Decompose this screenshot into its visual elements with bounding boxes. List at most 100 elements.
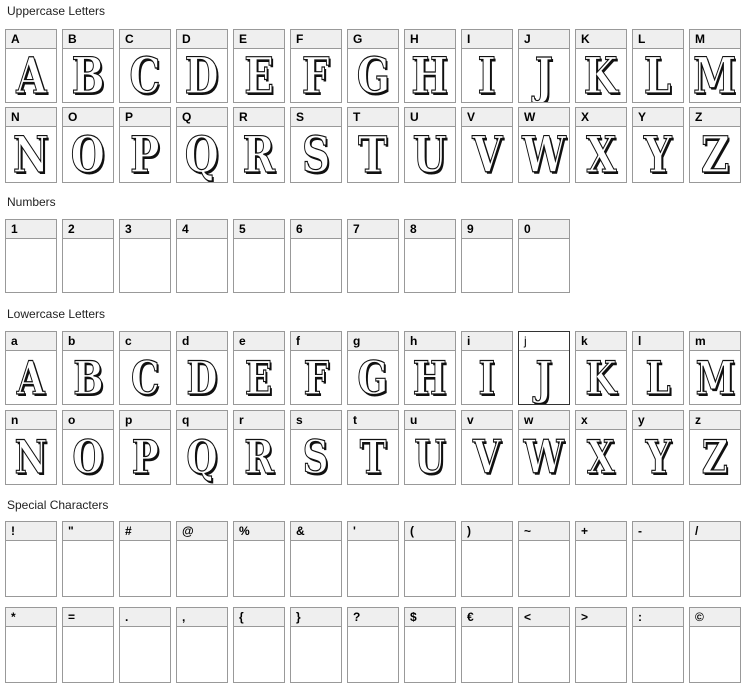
glyph-cell[interactable]: 1	[5, 219, 57, 293]
glyph-cell[interactable]: (	[404, 521, 456, 597]
glyph-preview-char: A	[15, 49, 47, 102]
glyph-cell[interactable]: OO	[62, 107, 114, 183]
glyph-cell[interactable]: €	[461, 607, 513, 683]
glyph-cell[interactable]: XX	[575, 107, 627, 183]
glyph-cell[interactable]: 5	[233, 219, 285, 293]
glyph-cell[interactable]: mM	[689, 331, 741, 405]
glyph-cell[interactable]: nN	[5, 410, 57, 485]
glyph-label: 8	[405, 220, 455, 239]
glyph-cell[interactable]: -	[632, 521, 684, 597]
glyph-cell[interactable]: GG	[347, 29, 399, 103]
glyph-cell[interactable]: %	[233, 521, 285, 597]
glyph-cell[interactable]: eE	[233, 331, 285, 405]
glyph-cell[interactable]: RR	[233, 107, 285, 183]
glyph-preview	[405, 627, 455, 682]
glyph-cell[interactable]: hH	[404, 331, 456, 405]
glyph-cell[interactable]: xX	[575, 410, 627, 485]
glyph-cell[interactable]: JJ	[518, 29, 570, 103]
glyph-cell[interactable]: tT	[347, 410, 399, 485]
glyph-cell[interactable]: zZ	[689, 410, 741, 485]
glyph-cell[interactable]: <	[518, 607, 570, 683]
glyph-cell[interactable]: .	[119, 607, 171, 683]
glyph-label: "	[63, 522, 113, 541]
glyph-cell[interactable]: :	[632, 607, 684, 683]
glyph-cell[interactable]: AA	[5, 29, 57, 103]
glyph-preview-char: C	[129, 49, 161, 102]
glyph-cell[interactable]: +	[575, 521, 627, 597]
glyph-cell[interactable]: KK	[575, 29, 627, 103]
glyph-cell[interactable]: 3	[119, 219, 171, 293]
glyph-cell[interactable]: dD	[176, 331, 228, 405]
glyph-cell[interactable]: }	[290, 607, 342, 683]
glyph-cell[interactable]: ZZ	[689, 107, 741, 183]
glyph-cell[interactable]: HH	[404, 29, 456, 103]
glyph-cell[interactable]: DD	[176, 29, 228, 103]
glyph-cell[interactable]: rR	[233, 410, 285, 485]
glyph-cell[interactable]: cC	[119, 331, 171, 405]
glyph-cell[interactable]: 7	[347, 219, 399, 293]
glyph-cell[interactable]: "	[62, 521, 114, 597]
glyph-cell[interactable]: QQ	[176, 107, 228, 183]
glyph-cell[interactable]: ©	[689, 607, 741, 683]
glyph-cell[interactable]: VV	[461, 107, 513, 183]
glyph-cell[interactable]: SS	[290, 107, 342, 183]
glyph-cell[interactable]: &	[290, 521, 342, 597]
glyph-cell[interactable]: ?	[347, 607, 399, 683]
glyph-cell[interactable]: {	[233, 607, 285, 683]
glyph-cell[interactable]: ~	[518, 521, 570, 597]
glyph-cell[interactable]: jJ	[518, 331, 570, 405]
glyph-cell[interactable]: >	[575, 607, 627, 683]
glyph-cell[interactable]: pP	[119, 410, 171, 485]
glyph-label: O	[63, 108, 113, 127]
glyph-cell[interactable]: 4	[176, 219, 228, 293]
glyph-cell[interactable]: vV	[461, 410, 513, 485]
glyph-cell[interactable]: FF	[290, 29, 342, 103]
glyph-cell[interactable]: )	[461, 521, 513, 597]
glyph-cell[interactable]: 6	[290, 219, 342, 293]
glyph-cell[interactable]: #	[119, 521, 171, 597]
glyph-cell[interactable]: '	[347, 521, 399, 597]
glyph-cell[interactable]: UU	[404, 107, 456, 183]
glyph-cell[interactable]: =	[62, 607, 114, 683]
glyph-cell[interactable]: 8	[404, 219, 456, 293]
glyph-cell[interactable]: II	[461, 29, 513, 103]
glyph-cell[interactable]: NN	[5, 107, 57, 183]
glyph-preview: T	[348, 430, 398, 484]
glyph-cell[interactable]: TT	[347, 107, 399, 183]
glyph-preview: G	[348, 49, 398, 102]
glyph-preview	[576, 541, 626, 596]
glyph-cell[interactable]: aA	[5, 331, 57, 405]
glyph-cell[interactable]: PP	[119, 107, 171, 183]
glyph-cell[interactable]: $	[404, 607, 456, 683]
glyph-cell[interactable]: !	[5, 521, 57, 597]
glyph-cell[interactable]: BB	[62, 29, 114, 103]
glyph-cell[interactable]: gG	[347, 331, 399, 405]
glyph-cell[interactable]: YY	[632, 107, 684, 183]
glyph-cell[interactable]: fF	[290, 331, 342, 405]
glyph-cell[interactable]: yY	[632, 410, 684, 485]
glyph-cell[interactable]: iI	[461, 331, 513, 405]
glyph-cell[interactable]: LL	[632, 29, 684, 103]
glyph-cell[interactable]: 9	[461, 219, 513, 293]
glyph-cell[interactable]: WW	[518, 107, 570, 183]
glyph-cell[interactable]: CC	[119, 29, 171, 103]
glyph-cell[interactable]: bB	[62, 331, 114, 405]
glyph-cell[interactable]: wW	[518, 410, 570, 485]
glyph-cell[interactable]: sS	[290, 410, 342, 485]
glyph-cell[interactable]: qQ	[176, 410, 228, 485]
glyph-cell[interactable]: @	[176, 521, 228, 597]
glyph-preview-char: T	[359, 430, 387, 484]
glyph-cell[interactable]: MM	[689, 29, 741, 103]
glyph-cell[interactable]: oO	[62, 410, 114, 485]
glyph-cell[interactable]: 0	[518, 219, 570, 293]
glyph-cell[interactable]: EE	[233, 29, 285, 103]
glyph-cell[interactable]: ,	[176, 607, 228, 683]
glyph-cell[interactable]: kK	[575, 331, 627, 405]
glyph-preview: D	[177, 351, 227, 404]
glyph-cell[interactable]: 2	[62, 219, 114, 293]
glyph-cell[interactable]: lL	[632, 331, 684, 405]
glyph-cell[interactable]: /	[689, 521, 741, 597]
glyph-cell[interactable]: uU	[404, 410, 456, 485]
glyph-label: 7	[348, 220, 398, 239]
glyph-cell[interactable]: *	[5, 607, 57, 683]
